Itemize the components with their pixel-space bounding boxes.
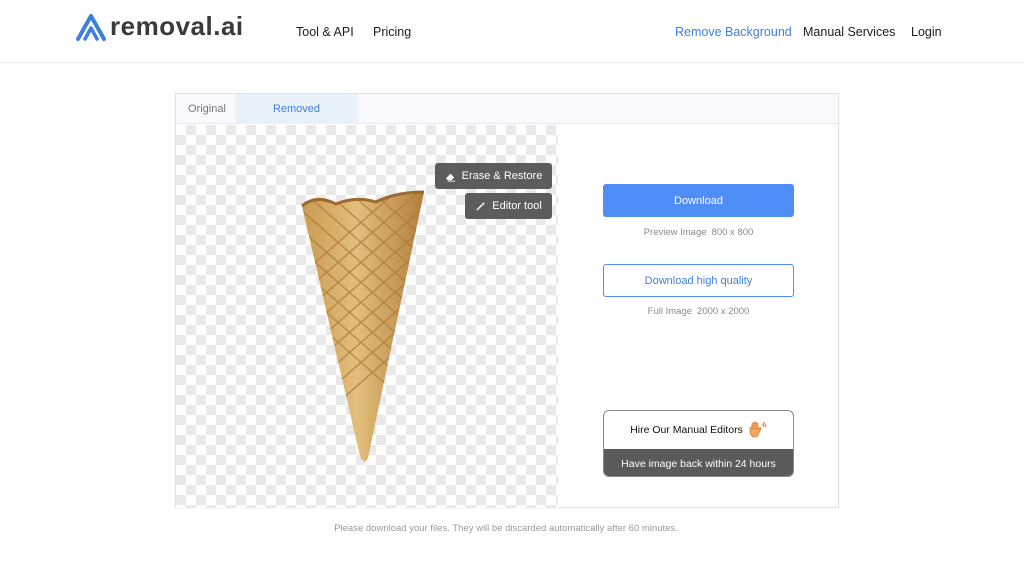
transparent-preview-canvas: Erase & Restore Editor tool [176, 125, 558, 508]
full-image-info: Full Image 2000 x 2000 [603, 306, 794, 317]
full-image-label: Full Image [647, 306, 693, 317]
preview-image-size: 800 x 800 [711, 227, 754, 238]
result-panel: Original Removed Background [175, 93, 839, 508]
waving-hand-icon [749, 421, 767, 438]
editor-tool-button[interactable]: Editor tool [465, 193, 552, 219]
nav-remove-background[interactable]: Remove Background [675, 25, 792, 39]
ice-cream-cone-image [301, 190, 425, 462]
logo[interactable]: removal.ai [75, 11, 244, 42]
hire-subtitle: Have image back within 24 hours [604, 449, 793, 476]
nav-login[interactable]: Login [911, 25, 942, 39]
hire-manual-editors-card[interactable]: Hire Our Manual Editors Have image back … [603, 410, 794, 477]
hire-title: Hire Our Manual Editors [630, 424, 743, 436]
magic-wand-icon [476, 201, 486, 211]
full-image-size: 2000 x 2000 [697, 306, 750, 317]
download-high-quality-button[interactable]: Download high quality [603, 264, 794, 297]
top-header: removal.ai Tool & API Pricing Remove Bac… [0, 0, 1024, 63]
logo-mark-icon [76, 13, 106, 41]
discard-notice: Please download your files. They will be… [334, 523, 678, 534]
editor-tool-label: Editor tool [492, 200, 542, 212]
hire-card-header: Hire Our Manual Editors [604, 411, 793, 449]
eraser-icon [445, 173, 455, 182]
erase-restore-label: Erase & Restore [461, 170, 543, 182]
tab-removed-background[interactable]: Removed Background [235, 94, 358, 145]
nav-tool-api[interactable]: Tool & API [296, 25, 354, 39]
preview-image-info: Preview Image 800 x 800 [603, 227, 794, 238]
image-tabs: Original Removed Background [176, 94, 838, 145]
tab-original[interactable]: Original [176, 94, 238, 124]
preview-image-label: Preview Image [643, 227, 707, 238]
erase-restore-button[interactable]: Erase & Restore [435, 163, 552, 189]
nav-pricing[interactable]: Pricing [373, 25, 411, 39]
download-button[interactable]: Download [603, 184, 794, 217]
nav-manual-services[interactable]: Manual Services [803, 25, 895, 39]
logo-text: removal.ai [110, 11, 244, 41]
